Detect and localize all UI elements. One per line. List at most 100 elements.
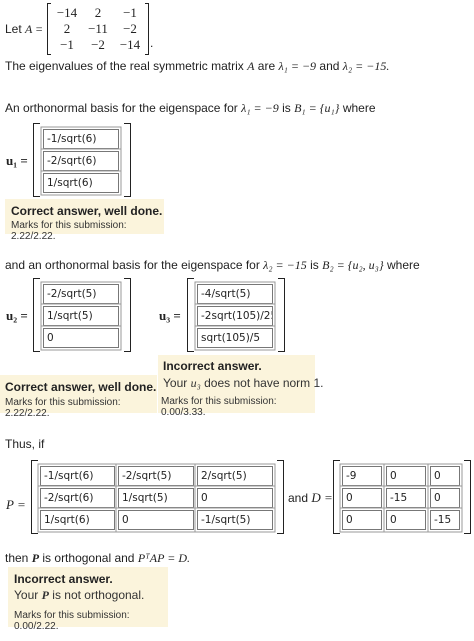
p-label: P = xyxy=(6,497,26,512)
p-input-r3c2[interactable]: 0 xyxy=(118,510,194,530)
matrix-a-cell: −14 xyxy=(56,5,78,20)
feedback-text: Your xyxy=(14,588,39,602)
matrix-a-cell: −2 xyxy=(91,37,105,52)
d-input-r3c2[interactable]: 0 xyxy=(386,510,426,530)
d-input-r1c1[interactable]: -9 xyxy=(342,466,382,486)
basis2-sentence: and an orthonormal basis for the eigensp… xyxy=(5,258,420,273)
matrix-a-cell: −2 xyxy=(123,21,137,36)
d-input-r2c1[interactable]: 0 xyxy=(342,488,382,508)
ptap-equation: PᵀAP = D. xyxy=(137,551,190,565)
u2-label: u₂ = xyxy=(6,308,28,323)
p-input-r2c2[interactable]: 1/sqrt(5) xyxy=(118,488,194,508)
a-symbol: A xyxy=(247,59,255,73)
d-input-r1c2[interactable]: 0 xyxy=(386,466,426,486)
and-text: and xyxy=(288,491,309,505)
u3-input-2[interactable]: -2sqrt(105)/25 xyxy=(197,306,273,326)
sentence-text: where xyxy=(342,101,376,115)
d-input-r2c2[interactable]: -15 xyxy=(386,488,426,508)
sentence-text: and an orthonormal basis for the eigensp… xyxy=(5,258,260,272)
feedback-text: Your xyxy=(163,376,188,390)
p-input-r3c3[interactable]: -1/sqrt(5) xyxy=(197,510,273,530)
u1-input-2[interactable]: -2/sqrt(6) xyxy=(43,151,119,171)
thus-if-text: Thus, if xyxy=(5,437,45,451)
u1-label: u₁ = xyxy=(6,153,28,168)
u3-right-bracket xyxy=(278,278,285,352)
u2-right-bracket xyxy=(124,278,131,352)
feedback-marks: Marks for this submission: 2.22/2.22. xyxy=(11,220,127,242)
matrix-a-cell: 2 xyxy=(63,21,71,36)
conclusion-sentence: then P is orthogonal and PᵀAP = D. xyxy=(5,551,190,566)
u2-input-2[interactable]: 1/sqrt(5) xyxy=(43,306,119,326)
d-input-r3c3[interactable]: -15 xyxy=(430,510,460,530)
u3-input-1[interactable]: -4/sqrt(5) xyxy=(197,284,273,304)
basis1-sentence: An orthonormal basis for the eigenspace … xyxy=(5,101,376,116)
feedback-marks: Marks for this submission: 2.22/2.22. xyxy=(5,397,121,419)
u2-input-3[interactable]: 0 xyxy=(43,328,119,348)
feedback-text: does not have norm 1. xyxy=(204,376,324,390)
p-input-r2c3[interactable]: 0 xyxy=(197,488,273,508)
sentence-text: is orthogonal and xyxy=(42,551,135,565)
matrix-a-cell: −11 xyxy=(88,21,108,36)
u3-input-3[interactable]: sqrt(105)/5 xyxy=(197,328,273,348)
u2-feedback: Correct answer, well done. Marks for thi… xyxy=(0,375,157,419)
p-right-bracket xyxy=(277,460,284,534)
sentence-text: are xyxy=(257,59,276,73)
u1-right-bracket xyxy=(124,123,131,197)
lambda1-value: λ₁ = −9 xyxy=(278,59,317,73)
sentence-text: The eigenvalues of the real symmetric ma… xyxy=(5,59,244,73)
final-feedback: Incorrect answer. Your P is not orthogon… xyxy=(8,567,168,632)
basis-set-b2: B₂ = {u₂, u₃} xyxy=(322,258,384,272)
p-symbol: P xyxy=(31,551,40,565)
u3-feedback: Incorrect answer. Your u₃ does not have … xyxy=(158,355,324,418)
d-input-r3c1[interactable]: 0 xyxy=(342,510,382,530)
u3-symbol: u₃ xyxy=(190,376,201,390)
p-left-bracket xyxy=(31,460,38,534)
sentence-text: is xyxy=(282,101,291,115)
u2-left-bracket xyxy=(33,278,40,352)
a-symbol: A xyxy=(25,22,33,36)
sentence-text: is xyxy=(310,258,319,272)
feedback-body: Your P is not orthogonal. xyxy=(14,588,144,603)
u1-input-1[interactable]: -1/sqrt(6) xyxy=(43,129,119,149)
matrix-a-cell: −1 xyxy=(60,37,74,52)
u2-input-1[interactable]: -2/sqrt(5) xyxy=(43,284,119,304)
feedback-marks: Marks for this submission: 0.00/2.22. xyxy=(14,610,130,632)
sentence-text: then xyxy=(5,551,29,565)
and-d-label: and D = xyxy=(288,490,333,506)
p-input-r2c1[interactable]: -2/sqrt(6) xyxy=(40,488,115,508)
let-a-label: Let A = xyxy=(5,22,43,37)
u3-label: u₃ = xyxy=(159,308,181,323)
u3-left-bracket xyxy=(187,278,194,352)
p-input-r3c1[interactable]: 1/sqrt(6) xyxy=(40,510,115,530)
feedback-marks: Marks for this submission: 0.00/3.33. xyxy=(161,396,277,418)
feedback-text: is not orthogonal. xyxy=(52,588,145,602)
d-input-r2c3[interactable]: 0 xyxy=(430,488,460,508)
basis-set-b1: B₁ = {u₁} xyxy=(294,101,340,115)
feedback-title: Incorrect answer. xyxy=(14,572,113,586)
matrix-a-cell: 2 xyxy=(94,5,102,20)
d-label: D = xyxy=(311,490,333,505)
d-left-bracket xyxy=(333,460,340,534)
u1-feedback: Correct answer, well done. Marks for thi… xyxy=(5,199,164,242)
u1-input-3[interactable]: 1/sqrt(6) xyxy=(43,173,119,193)
d-right-bracket xyxy=(464,460,471,534)
p-input-r1c1[interactable]: -1/sqrt(6) xyxy=(40,466,115,486)
eigenvalues-sentence: The eigenvalues of the real symmetric ma… xyxy=(5,59,389,74)
equals-sign: = xyxy=(35,22,43,36)
d-input-r1c3[interactable]: 0 xyxy=(430,466,460,486)
sentence-text: where xyxy=(387,258,420,272)
lambda2-value: λ₂ = −15 xyxy=(263,258,307,272)
p-input-r1c2[interactable]: -2/sqrt(5) xyxy=(118,466,194,486)
feedback-title: Incorrect answer. xyxy=(163,359,262,373)
lambda1-value: λ₁ = −9 xyxy=(241,101,279,115)
sentence-text: An orthonormal basis for the eigenspace … xyxy=(5,101,238,115)
feedback-title: Correct answer, well done. xyxy=(5,380,157,394)
period: . xyxy=(150,36,154,50)
sentence-text: and xyxy=(319,59,340,73)
matrix-a: −14 2 −1 2 −11 −2 −1 −2 −14 xyxy=(47,3,149,55)
matrix-a-cell: −1 xyxy=(123,5,137,20)
p-symbol: P xyxy=(41,588,49,602)
p-input-r1c3[interactable]: 2/sqrt(5) xyxy=(197,466,273,486)
feedback-body: Your u₃ does not have norm 1. xyxy=(163,376,324,391)
u1-left-bracket xyxy=(33,123,40,197)
